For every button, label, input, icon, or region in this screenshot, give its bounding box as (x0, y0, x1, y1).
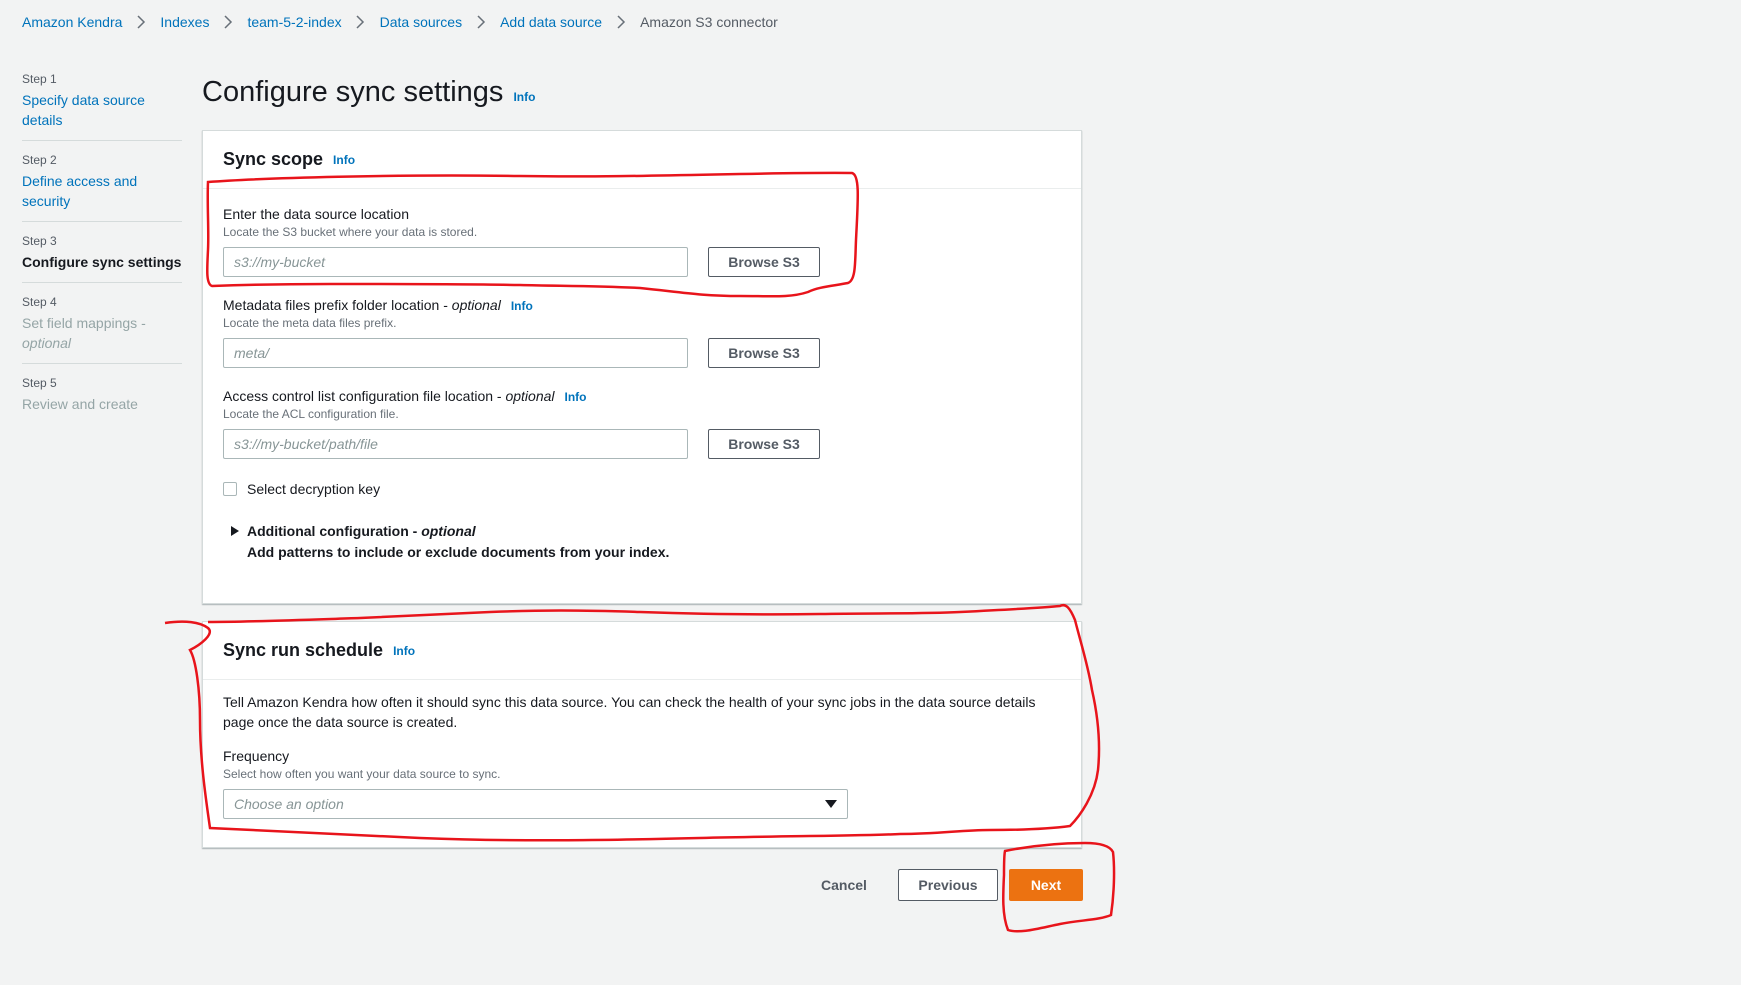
info-link[interactable]: Info (511, 299, 533, 313)
breadcrumb: Amazon Kendra Indexes team-5-2-index Dat… (22, 14, 778, 30)
optional-text: optional (421, 523, 476, 539)
optional-text: optional (505, 388, 555, 404)
acl-location-field: Access control list configuration file l… (223, 388, 1061, 459)
cancel-button[interactable]: Cancel (806, 869, 882, 901)
page-title: Configure sync settings (202, 76, 504, 108)
schedule-description: Tell Amazon Kendra how often it should s… (223, 694, 1036, 730)
page-header: Configure sync settings Info (202, 76, 535, 109)
chevron-right-icon (209, 15, 247, 29)
previous-button[interactable]: Previous (898, 869, 998, 901)
step-review-create: Review and create (22, 396, 138, 412)
field-label: Metadata files prefix folder location - … (223, 297, 1061, 313)
info-link[interactable]: Info (393, 644, 415, 658)
panel-title: Sync scope (223, 149, 324, 169)
label-text: Access control list configuration file l… (223, 388, 506, 404)
step-number: Step 3 (22, 234, 57, 248)
field-description: Locate the S3 bucket where your data is … (223, 225, 478, 239)
caret-right-icon (223, 523, 247, 536)
frequency-label: Frequency (223, 748, 290, 764)
step-title-text: Set field mappings - (22, 315, 146, 331)
step-number: Step 4 (22, 295, 57, 309)
browse-s3-button[interactable]: Browse S3 (708, 247, 820, 277)
expander-title: Additional configuration - optional (247, 523, 669, 539)
step-number: Step 1 (22, 72, 57, 86)
chevron-right-icon (602, 15, 640, 29)
chevron-right-icon (462, 15, 500, 29)
label-text: Metadata files prefix folder location - (223, 297, 452, 313)
acl-location-input[interactable] (223, 429, 688, 459)
metadata-prefix-input[interactable] (223, 338, 688, 368)
decryption-key-option: Select decryption key (223, 481, 1061, 497)
info-link[interactable]: Info (513, 90, 535, 104)
step-1: Step 1 Specify data source details (22, 72, 182, 141)
breadcrumb-data-sources[interactable]: Data sources (380, 14, 462, 30)
wizard-footer: Cancel Previous Next (0, 869, 1741, 901)
additional-configuration-expander[interactable]: Additional configuration - optional Add … (223, 523, 1061, 560)
breadcrumb-amazon-kendra[interactable]: Amazon Kendra (22, 14, 122, 30)
step-optional-text: optional (22, 335, 72, 351)
sync-scope-panel: Sync scope Info Enter the data source lo… (202, 130, 1082, 604)
breadcrumb-add-data-source[interactable]: Add data source (500, 14, 602, 30)
frequency-select[interactable]: Choose an option (223, 789, 848, 819)
step-number: Step 2 (22, 153, 57, 167)
field-label: Access control list configuration file l… (223, 388, 1061, 404)
step-field-mappings: Set field mappings - optional (22, 313, 182, 353)
step-2: Step 2 Define access and security (22, 153, 182, 222)
data-source-location-field: Enter the data source location Locate th… (223, 206, 1061, 277)
frequency-description: Select how often you want your data sour… (223, 767, 501, 781)
browse-s3-button[interactable]: Browse S3 (708, 429, 820, 459)
field-description: Locate the meta data files prefix. (223, 316, 397, 330)
step-4: Step 4 Set field mappings - optional (22, 295, 182, 364)
input-row: Browse S3 (223, 338, 1061, 368)
metadata-prefix-field: Metadata files prefix folder location - … (223, 297, 1061, 368)
field-description: Locate the ACL configuration file. (223, 407, 399, 421)
expander-description: Add patterns to include or exclude docum… (247, 544, 670, 560)
input-row: Browse S3 (223, 429, 1061, 459)
sync-schedule-panel: Sync run schedule Info Tell Amazon Kendr… (202, 621, 1082, 848)
breadcrumb-indexes[interactable]: Indexes (160, 14, 209, 30)
step-link-specify-details[interactable]: Specify data source details (22, 90, 182, 130)
s3-location-input[interactable] (223, 247, 688, 277)
panel-header: Sync scope Info (203, 131, 1081, 189)
panel-title: Sync run schedule (223, 640, 384, 660)
caret-down-icon (825, 795, 837, 813)
info-link[interactable]: Info (565, 390, 587, 404)
chevron-right-icon (342, 15, 380, 29)
step-current-sync-settings: Configure sync settings (22, 254, 182, 270)
page-root: Amazon Kendra Indexes team-5-2-index Dat… (0, 0, 1741, 985)
chevron-right-icon (122, 15, 160, 29)
breadcrumb-current: Amazon S3 connector (640, 14, 778, 30)
panel-body: Enter the data source location Locate th… (203, 189, 1081, 560)
field-label: Enter the data source location (223, 206, 410, 222)
decryption-key-checkbox[interactable] (223, 482, 237, 496)
input-row: Browse S3 (223, 247, 1061, 277)
breadcrumb-index-name[interactable]: team-5-2-index (247, 14, 341, 30)
optional-text: optional (451, 297, 501, 313)
select-placeholder: Choose an option (234, 796, 344, 812)
wizard-steps: Step 1 Specify data source details Step … (22, 72, 182, 436)
browse-s3-button[interactable]: Browse S3 (708, 338, 820, 368)
panel-body: Tell Amazon Kendra how often it should s… (203, 680, 1081, 819)
step-link-access-security[interactable]: Define access and security (22, 171, 182, 211)
expander-title-text: Additional configuration - (247, 523, 422, 539)
info-link[interactable]: Info (333, 153, 355, 167)
step-3: Step 3 Configure sync settings (22, 234, 182, 283)
step-number: Step 5 (22, 376, 57, 390)
panel-header: Sync run schedule Info (203, 622, 1081, 680)
step-5: Step 5 Review and create (22, 376, 182, 424)
expander-content: Additional configuration - optional Add … (247, 523, 669, 560)
checkbox-label: Select decryption key (247, 481, 381, 497)
next-button[interactable]: Next (1009, 869, 1083, 901)
